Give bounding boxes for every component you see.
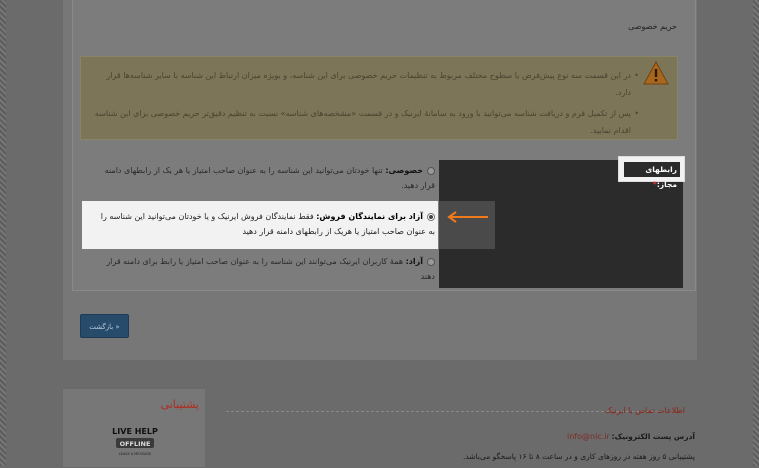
warning-list: در این قسمت سه نوع پیش‌فرض یا سطوح مختلف…	[91, 67, 639, 143]
option-title: آزاد:	[405, 257, 423, 266]
offline-text: OFFLINE	[120, 440, 151, 448]
contact-title: اطلاعات تماس با ایرنیک	[604, 406, 685, 415]
radio-resellers[interactable]	[427, 212, 435, 221]
contact-divider	[226, 411, 659, 412]
spotlight-arrow-strip	[439, 201, 495, 249]
right-background-pattern	[753, 0, 759, 466]
back-button[interactable]: بازگشت »	[80, 314, 129, 338]
email-label: آدرس پست الکترونیک:	[611, 432, 695, 441]
pointer-arrow-icon	[447, 211, 488, 223]
allowed-links-label: رابطهای مجاز:*	[624, 162, 680, 189]
live-help-text: LIVE HELP	[112, 427, 158, 436]
privacy-option-resellers[interactable]: آزاد برای نمایندگان فروش: فقط نمایندگان …	[95, 209, 435, 239]
left-background-pattern	[0, 0, 6, 466]
support-hours-text: پشتیبانی ۵ روز هفته در روزهای کاری و در …	[462, 452, 695, 461]
privacy-section-title: حریم خصوصی	[628, 22, 677, 31]
radio-public[interactable]	[427, 257, 435, 266]
option-title: آزاد برای نمایندگان فروش:	[316, 212, 423, 221]
option-title: خصوصی:	[385, 166, 423, 175]
email-link[interactable]: info@nic.ir	[567, 432, 610, 441]
live-help-badge-icon[interactable]: LIVE HELP OFFLINE LEAVE A MESSAGE	[112, 420, 158, 460]
option-text: همهٔ کاربران ایرنیک می‌توانند این شناسه …	[106, 257, 435, 281]
warning-item: در این قسمت سه نوع پیش‌فرض یا سطوح مختلف…	[91, 67, 639, 101]
warning-icon	[643, 61, 669, 85]
privacy-option-public[interactable]: آزاد: همهٔ کاربران ایرنیک می‌توانند این …	[95, 254, 435, 284]
leave-message-text: LEAVE A MESSAGE	[119, 452, 152, 456]
radio-private[interactable]	[427, 166, 435, 175]
privacy-warning-box: در این قسمت سه نوع پیش‌فرض یا سطوح مختلف…	[80, 56, 678, 140]
support-title: پشتیبانی	[160, 398, 199, 411]
warning-item: پس از تکمیل فرم و دریافت شناسه می‌توانید…	[91, 105, 639, 139]
privacy-option-private[interactable]: خصوصی: تنها خودتان می‌توانید این شناسه ر…	[95, 163, 435, 193]
